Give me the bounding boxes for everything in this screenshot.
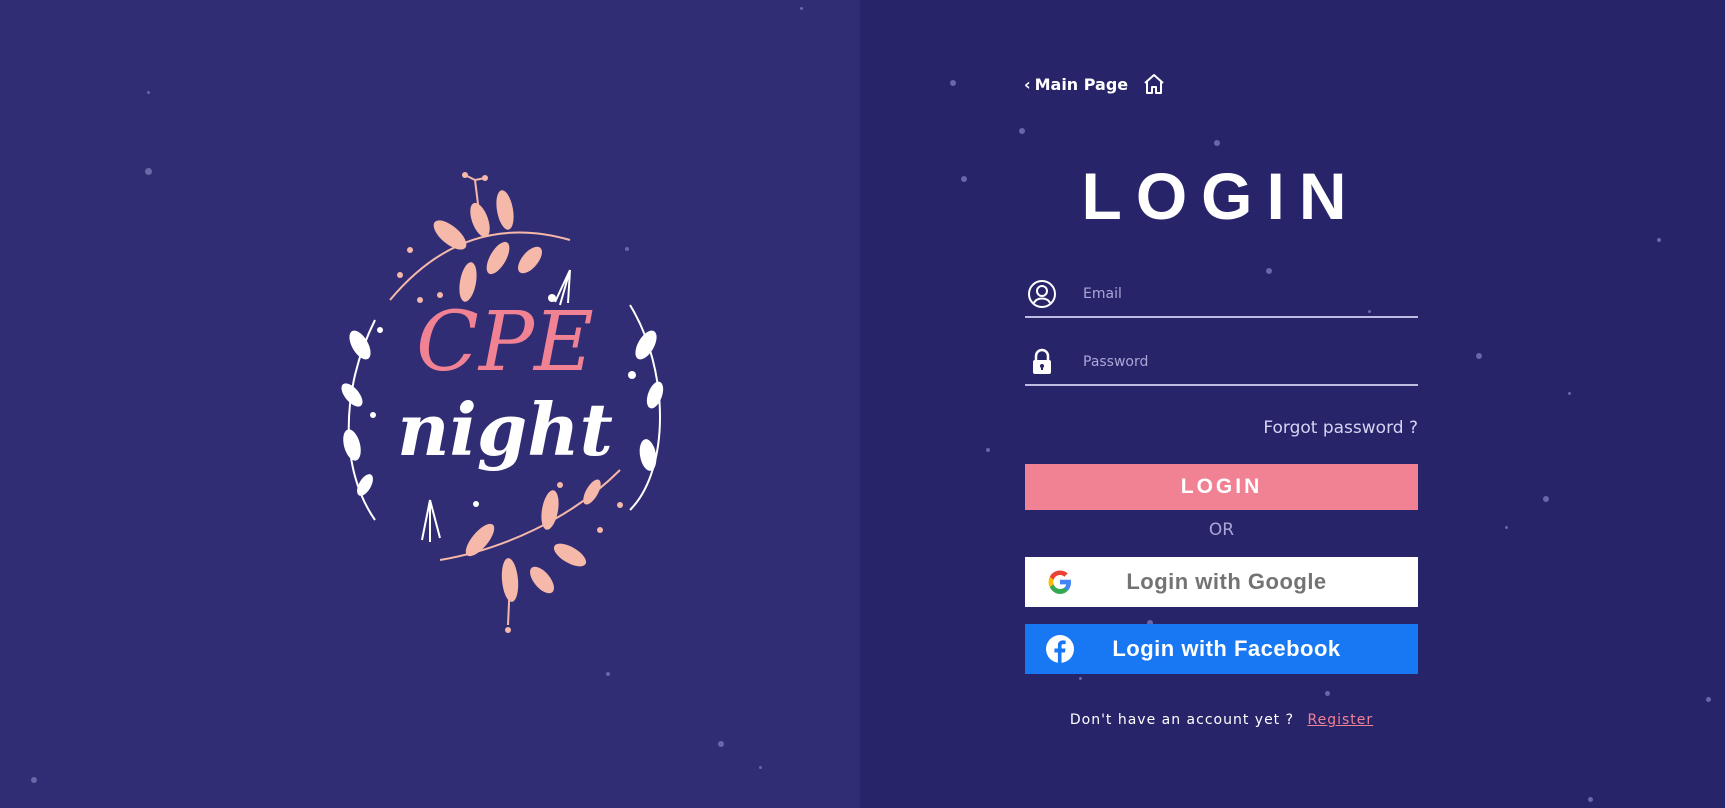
right-panel xyxy=(860,0,1725,808)
email-field[interactable] xyxy=(1025,272,1418,318)
register-row: Don't have an account yet ? Register xyxy=(1025,712,1418,728)
lock-icon xyxy=(1033,348,1051,374)
facebook-login-label: Login with Facebook xyxy=(1112,636,1341,661)
user-circle-icon xyxy=(1028,280,1056,308)
cpe-night-logo: CPE night xyxy=(330,170,680,640)
logo-line2: night xyxy=(397,387,613,472)
or-divider: OR xyxy=(1208,520,1235,540)
email-input[interactable] xyxy=(1081,285,1418,303)
register-link[interactable]: Register xyxy=(1308,712,1374,728)
login-button[interactable]: LOGIN xyxy=(1025,464,1418,510)
password-input[interactable] xyxy=(1081,353,1418,371)
main-page-label: Main Page xyxy=(1034,74,1129,94)
no-account-text: Don't have an account yet ? xyxy=(1069,712,1295,728)
google-login-label: Login with Google xyxy=(1126,569,1327,594)
google-login-button[interactable]: Login with Google xyxy=(1025,557,1418,607)
home-icon[interactable] xyxy=(1142,72,1166,96)
facebook-icon xyxy=(1046,635,1074,663)
google-icon xyxy=(1048,570,1071,594)
chevron-left-icon: ‹ xyxy=(1024,74,1031,94)
login-title: LOGIN xyxy=(1081,159,1361,233)
password-field[interactable] xyxy=(1025,340,1418,386)
facebook-login-button[interactable]: Login with Facebook xyxy=(1025,624,1418,674)
forgot-password-link[interactable]: Forgot password ? xyxy=(1025,418,1418,438)
main-page-link[interactable]: ‹ Main Page xyxy=(1024,72,1166,96)
logo-line1: CPE xyxy=(416,295,594,390)
